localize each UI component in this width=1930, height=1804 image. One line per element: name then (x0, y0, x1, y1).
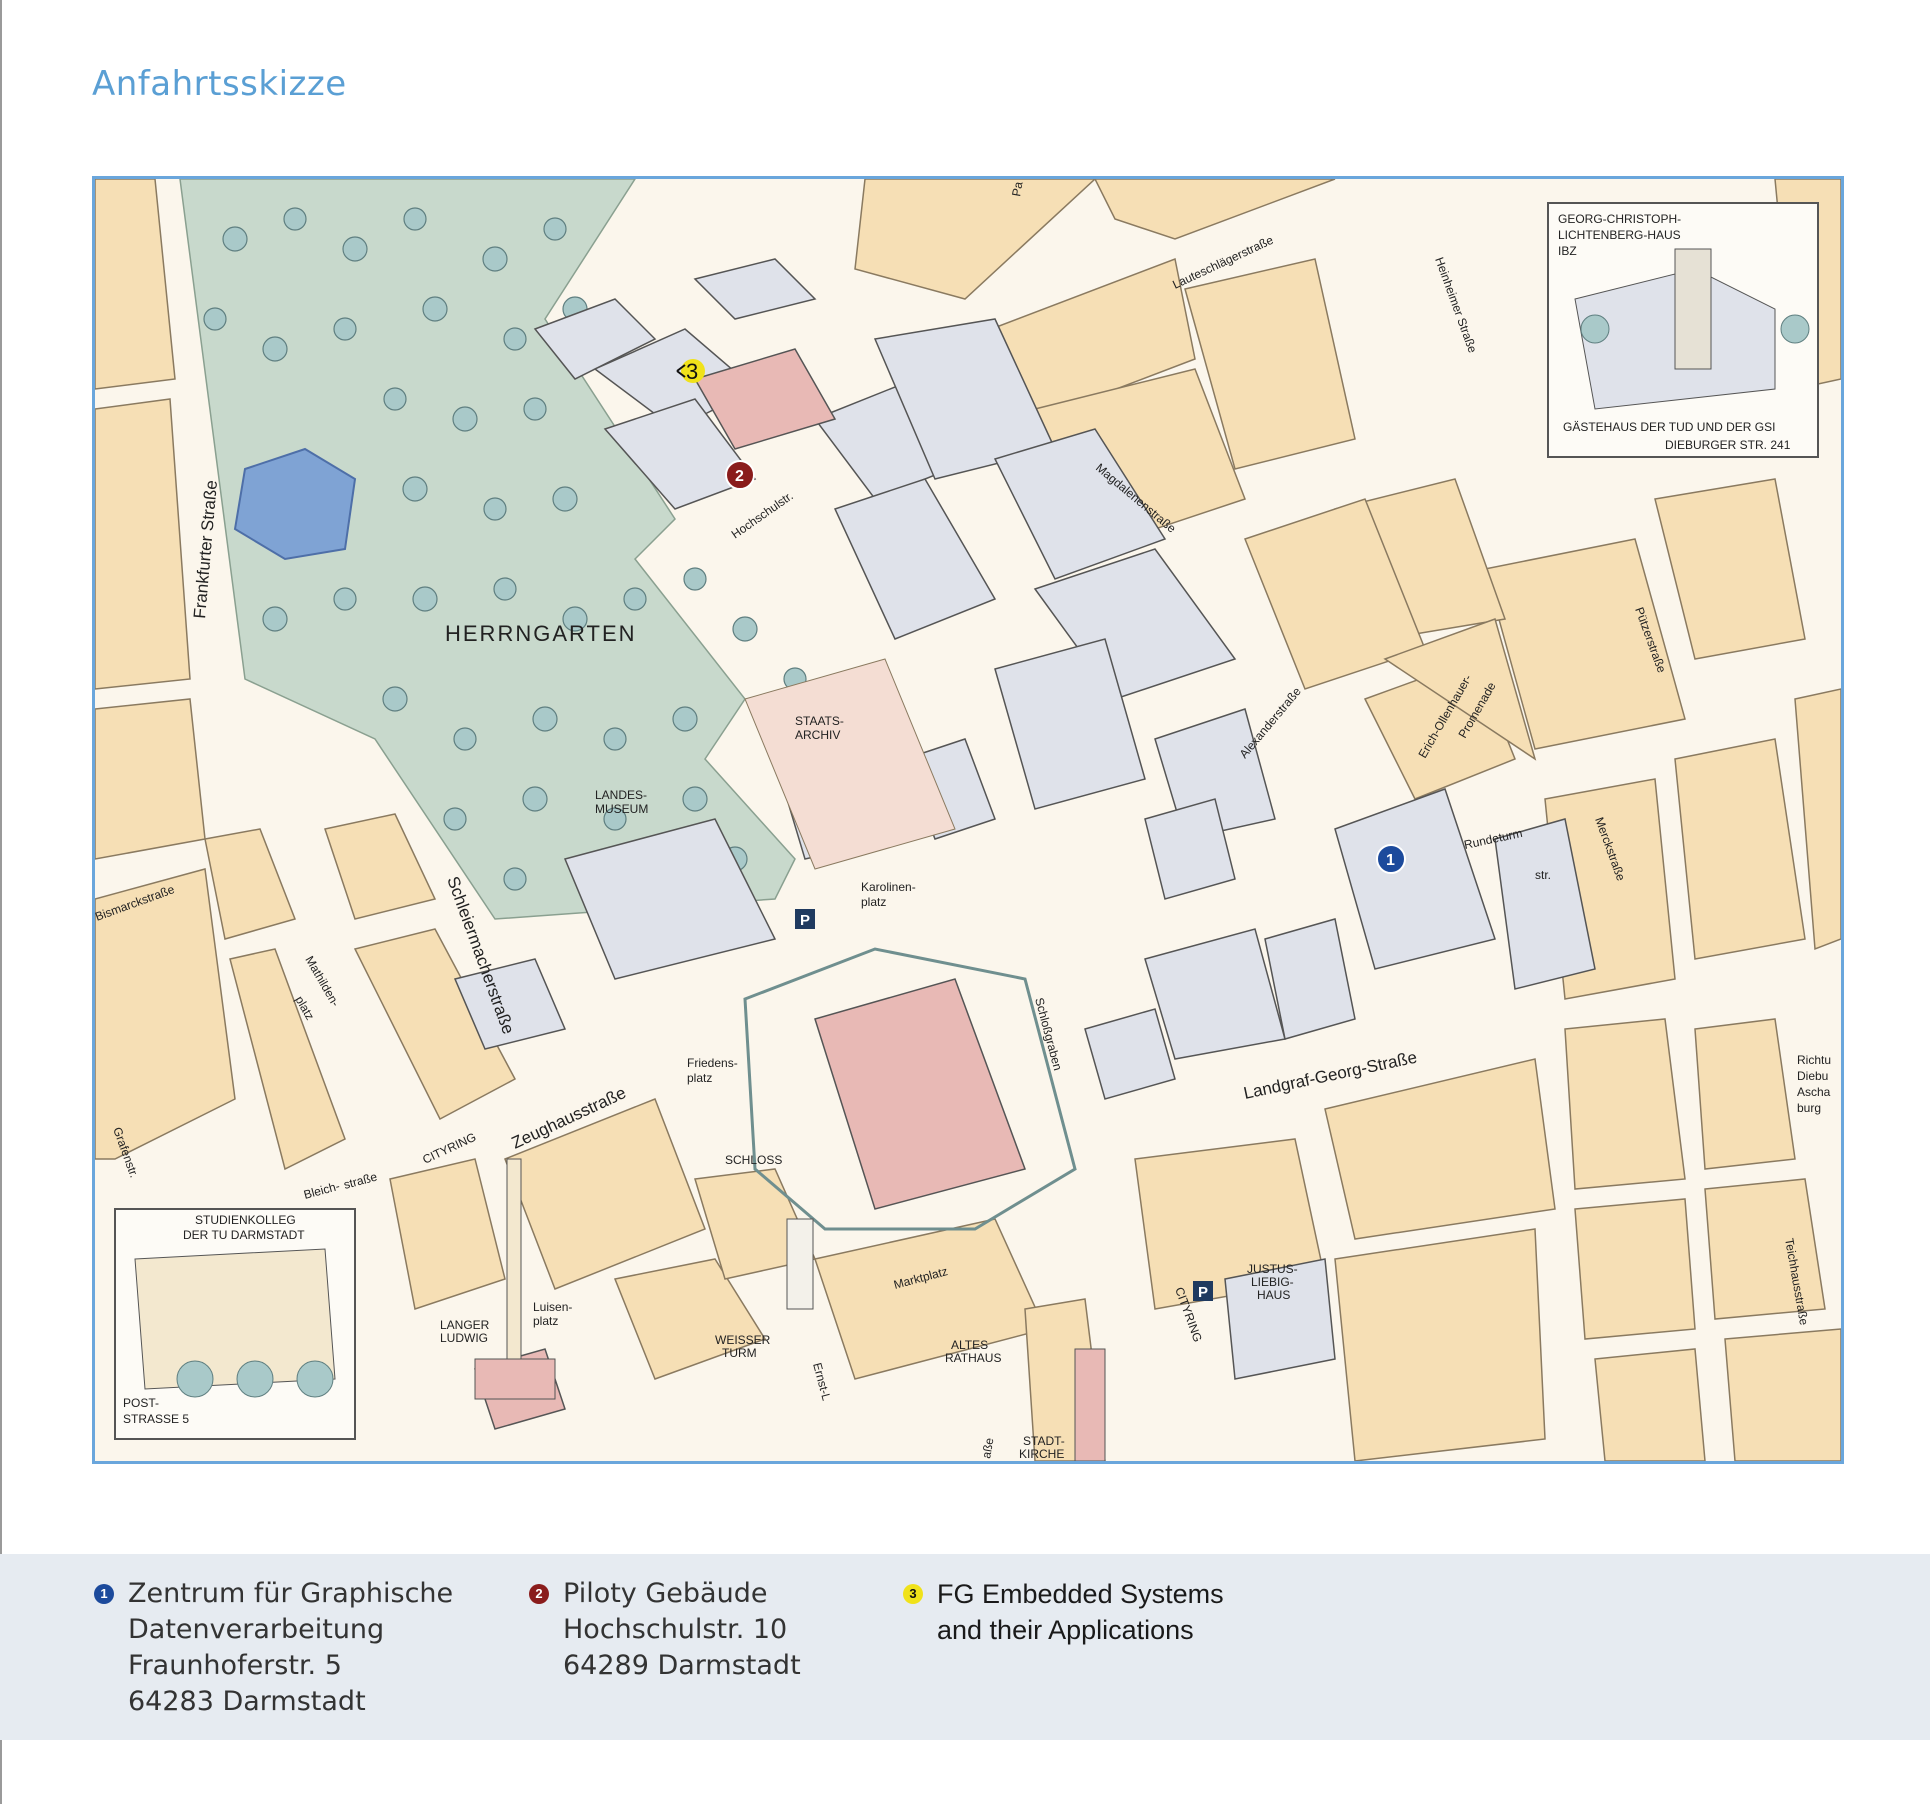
label-richtung-3: Ascha (1797, 1085, 1831, 1099)
inset-guesthouse: GEORG-CHRISTOPH- LICHTENBERG-HAUS IBZ GÄ… (1547, 202, 1819, 458)
legend-item-2: 2 Piloty Gebäude Hochschulstr. 10 64289 … (529, 1576, 801, 1684)
legend-marker-3: 3 (903, 1584, 923, 1604)
legend-1-line-1: Zentrum für Graphische (128, 1578, 454, 1609)
label-landesmuseum-2: MUSEUM (595, 802, 648, 816)
label-weisser-turm-1: WEISSER (715, 1333, 771, 1347)
svg-text:2: 2 (735, 468, 744, 485)
legend-2-line-1: Piloty Gebäude (563, 1578, 768, 1609)
label-stadtkirche-1: STADT- (1023, 1434, 1065, 1448)
location-marker-1[interactable]: 1 (1376, 844, 1406, 874)
legend-marker-1: 1 (94, 1584, 114, 1604)
label-altes-rathaus-2: RATHAUS (945, 1351, 1001, 1365)
location-marker-2[interactable]: 2 (725, 460, 755, 490)
label-karolinenplatz-1: Karolinen- (861, 880, 916, 894)
label-justus-liebig-1: JUSTUS- (1247, 1262, 1298, 1276)
parking-sign-karolinenplatz: P (795, 909, 815, 929)
label-langer-ludwig-1: LANGER (440, 1318, 490, 1332)
studienkolleg-caption-2: STRASSE 5 (123, 1412, 189, 1426)
page-title: Anfahrtsskizze (92, 64, 347, 104)
legend-1-line-4: 64283 Darmstadt (128, 1686, 366, 1717)
svg-text:P: P (1198, 1284, 1208, 1301)
label-justus-liebig-2: LIEBIG- (1251, 1275, 1294, 1289)
stadtkirche-tower (1074, 1348, 1106, 1461)
label-richtung-4: burg (1797, 1101, 1821, 1115)
legend-3-line-2: and their Applications (937, 1615, 1194, 1645)
svg-text:1: 1 (1386, 852, 1395, 869)
guesthouse-caption-1: GÄSTEHAUS DER TUD UND DER GSI (1563, 420, 1775, 434)
label-friedensplatz-1: Friedens- (687, 1056, 738, 1070)
guesthouse-caption-2: DIEBURGER STR. 241 (1665, 438, 1791, 452)
label-luisenplatz-2: platz (533, 1314, 558, 1328)
studienkolleg-title-2: DER TU DARMSTADT (183, 1228, 305, 1242)
legend-1-line-3: Fraunhoferstr. 5 (128, 1650, 342, 1681)
label-rundeturm-2: str. (1535, 868, 1551, 882)
svg-text:P: P (800, 912, 810, 929)
label-luisenplatz-1: Luisen- (533, 1300, 572, 1314)
legend-2-line-3: 64289 Darmstadt (563, 1650, 801, 1681)
label-langer-ludwig-2: LUDWIG (440, 1331, 488, 1345)
label-karolinenplatz-2: platz (861, 895, 886, 909)
label-richtung-1: Richtu (1797, 1053, 1831, 1067)
studienkolleg-caption-1: POST- (123, 1396, 159, 1410)
legend-1-line-2: Datenverarbeitung (128, 1614, 385, 1645)
label-richtung-2: Diebu (1797, 1069, 1828, 1083)
legend-3-line-1: FG Embedded Systems (937, 1579, 1224, 1609)
label-stadtkirche-2: KIRCHE (1019, 1447, 1064, 1461)
svg-text:3: 3 (686, 359, 698, 384)
label-justus-liebig-3: HAUS (1257, 1288, 1290, 1302)
label-weisser-turm-2: TURM (722, 1346, 757, 1360)
legend-marker-2: 2 (529, 1584, 549, 1604)
legend-item-1: 1 Zentrum für Graphische Datenverarbeitu… (94, 1576, 454, 1720)
label-altes-rathaus-1: ALTES (951, 1338, 988, 1352)
label-schloss: SCHLOSS (725, 1153, 782, 1167)
legend-band: 1 Zentrum für Graphische Datenverarbeitu… (0, 1554, 1930, 1740)
label-staatsarchiv-2: ARCHIV (795, 728, 840, 742)
label-staatsarchiv-1: STAATS- (795, 714, 844, 728)
guesthouse-title-1: GEORG-CHRISTOPH- (1558, 212, 1681, 226)
guesthouse-title-2: LICHTENBERG-HAUS (1558, 228, 1681, 242)
parking-sign-justus-liebig: P (1193, 1281, 1213, 1301)
studienkolleg-title-1: STUDIENKOLLEG (195, 1213, 296, 1227)
weisser-turm (786, 1218, 814, 1310)
legend-2-line-2: Hochschulstr. 10 (563, 1614, 788, 1645)
guesthouse-title-3: IBZ (1558, 244, 1577, 258)
page-edge-rule (0, 0, 2, 1804)
label-herrngarten: HERRNGARTEN (445, 621, 637, 646)
label-landesmuseum-1: LANDES- (595, 788, 647, 802)
campus-map: GEORG-CHRISTOPH- LICHTENBERG-HAUS IBZ GÄ… (92, 176, 1844, 1464)
legend-item-3: 3 FG Embedded Systems and their Applicat… (903, 1576, 1224, 1648)
label-friedensplatz-2: platz (687, 1071, 712, 1085)
inset-studienkolleg: STUDIENKOLLEG DER TU DARMSTADT POST- STR… (114, 1208, 356, 1440)
label-pa-fragment: Pa (1009, 180, 1025, 197)
